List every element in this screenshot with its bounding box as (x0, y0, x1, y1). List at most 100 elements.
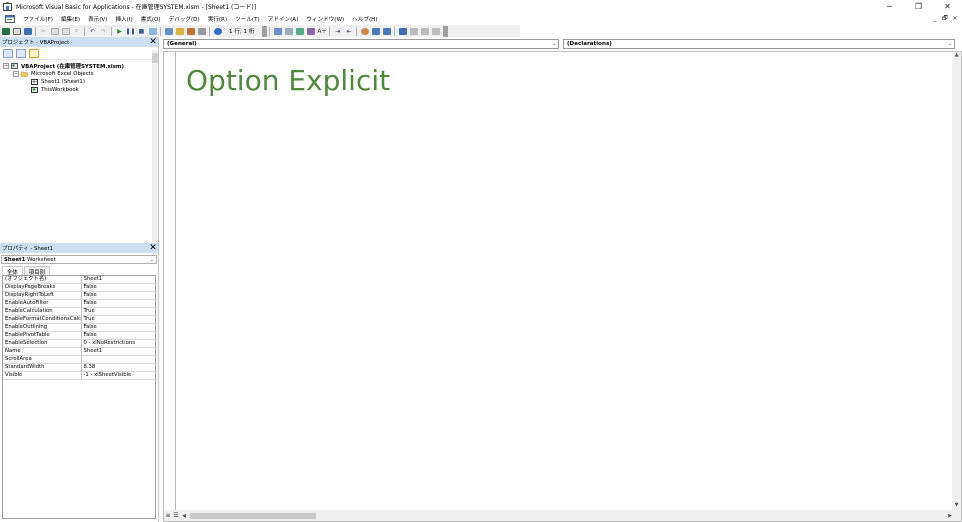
full-module-view-icon[interactable]: ☰ (172, 512, 180, 520)
property-value[interactable]: True (81, 307, 157, 316)
project-explorer-scrollbar[interactable] (152, 50, 158, 242)
uncomment-block-icon[interactable] (381, 26, 392, 36)
quick-info-icon[interactable] (294, 26, 305, 36)
code-line[interactable]: Option Explicit (186, 64, 390, 97)
next-bookmark-icon[interactable] (408, 26, 419, 36)
property-row[interactable]: Visible -1 - xlSheetVisible (3, 371, 157, 380)
parameter-info-icon[interactable] (305, 26, 316, 36)
code-vertical-scrollbar[interactable]: ▲ ▼ (952, 52, 961, 510)
collapse-icon[interactable]: − (3, 63, 9, 69)
object-browser-icon[interactable] (185, 26, 196, 36)
properties-window-icon[interactable] (174, 26, 185, 36)
property-value[interactable]: False (81, 331, 157, 340)
menu-addins[interactable]: アドイン(A) (264, 15, 303, 23)
property-row[interactable]: EnableSelection 0 - xlNoRestrictions (3, 339, 157, 348)
object-combo[interactable]: (General) ⌄ (163, 39, 559, 49)
save-icon[interactable] (22, 26, 33, 36)
property-value[interactable]: True (81, 315, 157, 324)
menu-tools[interactable]: ツール(T) (231, 15, 264, 23)
menu-insert[interactable]: 挿入(I) (111, 15, 136, 23)
reset-icon[interactable]: ■ (136, 26, 147, 36)
tab-categorized[interactable]: 項目別 (23, 266, 50, 276)
property-row[interactable]: Name Sheet1 (3, 347, 157, 356)
indent-icon[interactable]: ⇥ (332, 26, 343, 36)
property-value[interactable] (81, 355, 157, 364)
complete-word-icon[interactable]: A+ (316, 26, 327, 36)
collapse-icon[interactable]: − (13, 71, 19, 77)
menu-debug[interactable]: デバッグ(D) (165, 15, 204, 23)
code-window-icon[interactable] (5, 14, 15, 23)
tree-node-thisworkbook[interactable]: ThisWorkbook (0, 86, 158, 94)
scroll-up-arrow[interactable]: ▲ (952, 52, 961, 60)
list-constants-icon[interactable] (283, 26, 294, 36)
property-value[interactable]: 8.38 (81, 363, 157, 372)
toggle-breakpoint-icon[interactable] (359, 26, 370, 36)
redo-icon[interactable]: ↷ (98, 26, 109, 36)
property-value[interactable]: -1 - xlSheetVisible (81, 371, 157, 380)
toolbar-options-icon[interactable] (262, 25, 268, 37)
chevron-down-icon[interactable]: ⌄ (946, 41, 954, 47)
view-object-icon[interactable] (16, 48, 26, 58)
menu-window[interactable]: ウィンドウ(W) (302, 15, 348, 23)
tree-node-sheet1[interactable]: Sheet1 (Sheet1) (0, 78, 158, 86)
property-row[interactable]: DisplayPageBreaks False (3, 283, 157, 292)
comment-block-icon[interactable] (370, 26, 381, 36)
chevron-down-icon[interactable]: ⌄ (148, 257, 156, 263)
mdi-restore-button[interactable]: 🗗 (940, 14, 950, 24)
menu-help[interactable]: ヘルプ(H) (348, 15, 381, 23)
property-row[interactable]: EnableOutlining False (3, 323, 157, 332)
help-icon[interactable] (212, 26, 223, 36)
scroll-down-arrow[interactable]: ▼ (952, 502, 961, 510)
property-row[interactable]: EnablePivotTable False (3, 331, 157, 340)
menu-view[interactable]: 表示(V) (84, 15, 111, 23)
property-value[interactable]: False (81, 283, 157, 292)
toggle-folders-icon[interactable] (29, 48, 39, 58)
insert-userform-icon[interactable] (11, 26, 22, 36)
break-icon[interactable]: ❚❚ (125, 26, 136, 36)
copy-icon[interactable] (49, 26, 60, 36)
property-row[interactable]: EnableCalculation True (3, 307, 157, 316)
property-value[interactable]: Sheet1 (81, 347, 157, 356)
list-members-icon[interactable] (272, 26, 283, 36)
property-row[interactable]: (オブジェクト名) Sheet1 (3, 276, 157, 284)
mdi-minimize-button[interactable]: _ (930, 15, 940, 22)
property-row[interactable]: StandardWidth 8.38 (3, 363, 157, 372)
tree-node-excel-objects[interactable]: − Microsoft Excel Objects (0, 70, 158, 78)
clear-bookmarks-icon[interactable] (430, 26, 441, 36)
property-value[interactable]: False (81, 323, 157, 332)
undo-icon[interactable]: ↶ (87, 26, 98, 36)
view-excel-icon[interactable] (0, 26, 11, 36)
chevron-down-icon[interactable]: ⌄ (550, 41, 558, 47)
menu-format[interactable]: 書式(O) (137, 15, 165, 23)
project-explorer-close-icon[interactable]: ✕ (148, 37, 158, 47)
properties-close-icon[interactable]: ✕ (148, 243, 158, 253)
mdi-close-button[interactable]: ✕ (950, 15, 960, 22)
tab-alphabetic[interactable]: 全体 (2, 266, 23, 276)
run-icon[interactable]: ▶ (114, 26, 125, 36)
property-row[interactable]: ScrollArea (3, 355, 157, 364)
close-button[interactable]: ✕ (933, 0, 962, 13)
cut-icon[interactable]: ✂ (38, 26, 49, 36)
code-horizontal-scrollbar[interactable]: ≡ ☰ ◀ ▶ (164, 510, 954, 521)
view-code-icon[interactable] (3, 48, 13, 58)
property-row[interactable]: DisplayRightToLeft False (3, 291, 157, 300)
minimize-button[interactable]: ─ (875, 0, 904, 13)
procedure-combo[interactable]: (Declarations) ⌄ (563, 39, 955, 49)
scroll-left-arrow[interactable]: ◀ (180, 513, 188, 519)
scroll-down-arrow[interactable] (152, 53, 158, 63)
property-value[interactable]: False (81, 299, 157, 308)
breakpoint-margin[interactable] (164, 52, 176, 510)
toggle-bookmark-icon[interactable] (397, 26, 408, 36)
property-row[interactable]: EnableAutoFilter False (3, 299, 157, 308)
code-editor[interactable]: Option Explicit ▲ ▼ ≡ ☰ ◀ ▶ (163, 51, 962, 522)
menu-run[interactable]: 実行(R) (204, 15, 231, 23)
toolbox-icon[interactable] (196, 26, 207, 36)
restore-button[interactable]: ❐ (904, 0, 933, 13)
outdent-icon[interactable]: ⇤ (343, 26, 354, 36)
tree-node-vbaproject[interactable]: − VBAProject (在庫管理SYSTEM.xlsm) (0, 62, 158, 70)
design-mode-icon[interactable] (147, 26, 158, 36)
object-selector[interactable]: Sheet1 Worksheet ⌄ (1, 255, 157, 264)
toolbar-options-icon[interactable] (443, 25, 449, 37)
paste-icon[interactable] (60, 26, 71, 36)
menu-file[interactable]: ファイル(F) (19, 15, 57, 23)
